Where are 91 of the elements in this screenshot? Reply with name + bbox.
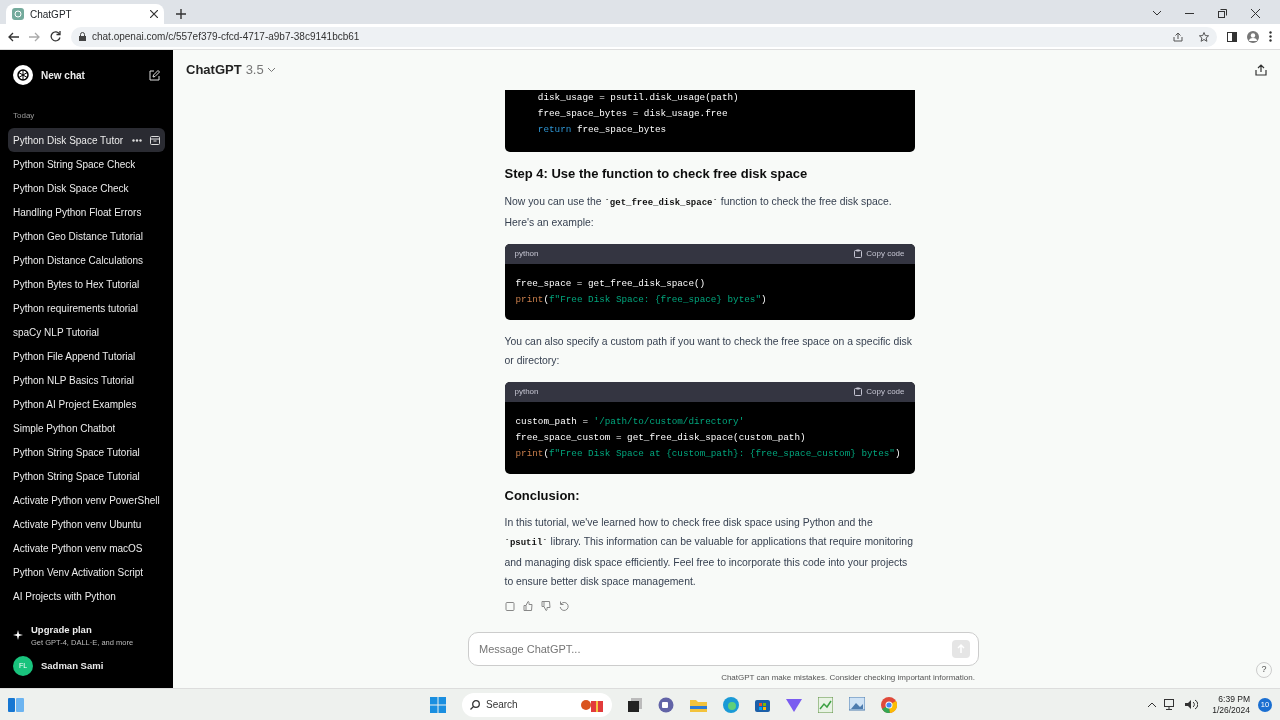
chat-history-item[interactable]: Python String Space Tutorial <box>8 440 165 464</box>
section-heading: Conclusion: <box>504 486 581 505</box>
sparkle-icon <box>13 630 23 641</box>
code-language: python <box>514 247 539 260</box>
windows-logo-icon[interactable] <box>430 696 446 713</box>
chrome-icon[interactable] <box>881 696 897 713</box>
star-icon[interactable] <box>1199 31 1209 42</box>
chat-history-item[interactable]: Python requirements tutorial <box>8 296 165 320</box>
search-icon <box>470 699 480 710</box>
thumbs-up-icon[interactable] <box>522 601 533 611</box>
archive-icon[interactable] <box>150 135 160 145</box>
section-label: Today <box>12 110 36 122</box>
tab-title: ChatGPT <box>30 7 72 22</box>
minimize-icon[interactable] <box>1185 12 1194 14</box>
code-line: free_space_bytes = disk_usage.free <box>536 107 729 121</box>
url-text: chat.openai.com/c/557ef379-cfcd-4717-a9b7-38c9141bcb61 <box>92 30 360 44</box>
chat-history-item[interactable]: Python Geo Distance Tutorial <box>8 224 165 248</box>
clock-date[interactable]: 1/26/2024 <box>1212 704 1250 716</box>
triangle-app-icon[interactable] <box>786 696 802 713</box>
code-line: print(f"Free Disk Space: {free_space} bytes") <box>515 292 768 307</box>
chat-history-item[interactable]: Python Venv Activation Script <box>8 560 165 584</box>
more-icon[interactable] <box>1269 31 1272 42</box>
back-icon[interactable] <box>8 31 19 42</box>
widgets-icon[interactable] <box>8 697 24 712</box>
chat-history-item[interactable]: spaCy NLP Tutorial <box>8 320 165 344</box>
clipboard-icon <box>854 249 863 258</box>
caret-icon[interactable] <box>267 68 275 72</box>
code-line: print(f"Free Disk Space at {custom_path}: {free_space_custom} bytes") <box>515 446 902 461</box>
thumbs-down-icon[interactable] <box>540 601 551 611</box>
volume-icon[interactable] <box>1185 699 1199 710</box>
disclaimer: ChatGPT can make mistakes. Consider checking important information. <box>720 672 976 684</box>
store-icon[interactable] <box>755 697 770 712</box>
paragraph: In this tutorial, we've learned how to check free disk space using Python and the `psutil` library. This information can be valuable for applications that require monitoring and managing disk space efficiently. Feel free to incorporate this code into your projects to ensure better disk space management. <box>504 516 914 589</box>
chat-history-item[interactable]: Python File Append Tutorial <box>8 344 165 368</box>
code-language: python <box>514 385 539 398</box>
search-label: Search <box>486 698 518 712</box>
chat-history-item[interactable]: Activate Python venv PowerShell <box>8 488 165 512</box>
share-icon[interactable] <box>1173 31 1183 42</box>
chat-history-item[interactable]: Python Bytes to Hex Tutorial <box>8 272 165 296</box>
close-icon[interactable] <box>150 10 158 18</box>
copy-code-button[interactable]: Copy code <box>854 385 905 398</box>
code-line: free_space_custom = get_free_disk_space(custom_path) <box>515 430 807 445</box>
task-view-icon[interactable] <box>628 697 642 712</box>
code-line: custom_path = '/path/to/custom/directory' <box>515 414 746 429</box>
code-line: disk_usage = psutil.disk_usage(path) <box>536 91 740 105</box>
chat-history-item[interactable]: Python NLP Basics Tutorial <box>8 368 165 392</box>
chat-history-item[interactable]: Python AI Project Examples <box>8 392 165 416</box>
profile-icon[interactable] <box>1247 30 1259 43</box>
code-line: free_space = get_free_disk_space() <box>515 276 707 291</box>
clipboard-icon <box>854 387 863 396</box>
paragraph: You can also specify a custom path if you want to check the free space on a specific disk or directory: <box>504 334 913 368</box>
copy-icon[interactable] <box>504 601 515 611</box>
chat-history-item[interactable]: Activate Python venv Ubuntu <box>8 512 165 536</box>
new-chat-button[interactable]: New chat <box>8 58 165 92</box>
section-heading: Step 4: Use the function to check free disk space <box>504 165 809 183</box>
image-app-icon[interactable] <box>849 696 865 713</box>
chat-history-item[interactable]: Python Disk Space Tutor <box>8 128 165 152</box>
chat-history-item[interactable]: Python String Space Check <box>8 152 165 176</box>
reload-icon[interactable] <box>50 31 61 42</box>
chat-history-item[interactable]: AI Projects with Python <box>8 584 165 608</box>
paragraph: Now you can use the `get_free_disk_space` function to check the free disk space. Here's an example: <box>504 194 893 230</box>
chat-history-item[interactable]: Python Distance Calculations <box>8 248 165 272</box>
sidebar-icon[interactable] <box>1227 31 1237 42</box>
folder-icon[interactable] <box>690 697 707 712</box>
model-title[interactable]: ChatGPT <box>186 60 242 80</box>
chat-history-item[interactable]: Python String Space Tutorial <box>8 464 165 488</box>
chevron-up-icon[interactable] <box>1148 702 1157 707</box>
restore-icon[interactable] <box>1218 8 1227 18</box>
lock-icon <box>79 32 86 41</box>
share-icon[interactable] <box>1255 64 1267 76</box>
chart-app-icon[interactable] <box>818 696 833 713</box>
close-icon[interactable] <box>1251 8 1260 18</box>
new-tab-icon[interactable] <box>176 9 186 19</box>
regenerate-icon[interactable] <box>558 601 569 611</box>
copy-code-button[interactable]: Copy code <box>854 247 905 260</box>
message-input[interactable]: Message ChatGPT... <box>468 632 979 666</box>
code-line: return free_space_bytes <box>536 123 668 137</box>
edit-icon[interactable] <box>149 69 160 81</box>
address-bar[interactable]: chat.openai.com/c/557ef379-cfcd-4717-a9b7-38c9141bcb61 <box>71 26 1217 47</box>
chat-history-item[interactable]: Simple Python Chatbot <box>8 416 165 440</box>
chat-history-item[interactable]: Python Disk Space Check <box>8 176 165 200</box>
more-icon[interactable] <box>132 138 142 142</box>
taskbar-search[interactable]: Search <box>462 692 612 717</box>
chat-history-item[interactable]: Handling Python Float Errors <box>8 200 165 224</box>
chat-icon[interactable] <box>658 696 674 713</box>
browser-tab[interactable]: ChatGPT <box>6 4 164 24</box>
browser-icon[interactable] <box>723 696 739 713</box>
chat-history-item[interactable]: Activate Python venv macOS <box>8 536 165 560</box>
chevron-down-icon[interactable] <box>1153 10 1161 16</box>
clock-time[interactable]: 6:39 PM <box>1218 693 1250 705</box>
model-version[interactable]: 3.5 <box>245 60 264 80</box>
